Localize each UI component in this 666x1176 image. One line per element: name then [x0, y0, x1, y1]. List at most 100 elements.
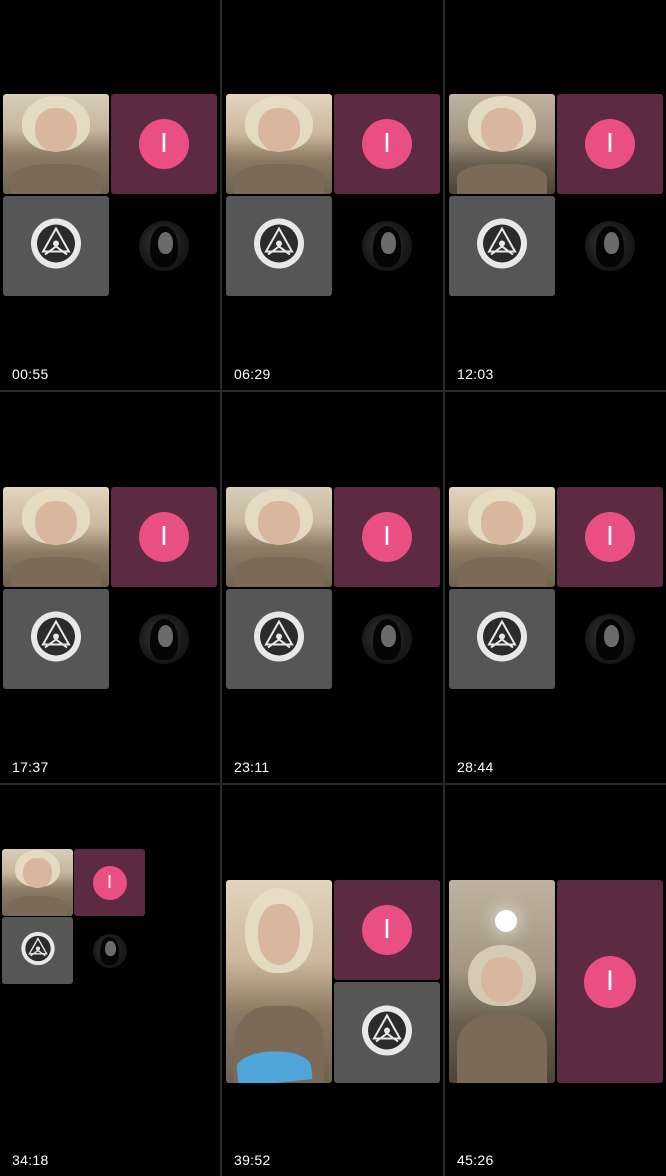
timestamp: 00:55: [12, 366, 49, 382]
avatar: I: [362, 512, 412, 562]
participant-face: [480, 957, 524, 1002]
participant-portrait-tile: [557, 589, 663, 689]
video-thumbnail[interactable]: I 23:11: [222, 392, 443, 783]
video-thumbnail[interactable]: I 34:18: [0, 785, 220, 1176]
participant-portrait-tile: [74, 917, 145, 984]
portrait-avatar-icon: [139, 221, 189, 271]
participant-body: [457, 1013, 547, 1083]
participant-video-tile: [3, 487, 109, 587]
participant-video-tile: [449, 94, 555, 194]
participant-face: [257, 501, 301, 545]
portrait-avatar-icon: [585, 614, 635, 664]
participant-face: [34, 501, 78, 545]
participant-emblem-tile: [2, 917, 73, 984]
avatar-letter: I: [383, 129, 391, 159]
participant-portrait-tile: [557, 196, 663, 296]
participant-emblem-tile: [449, 196, 555, 296]
video-thumbnail[interactable]: I 06:29: [222, 0, 443, 390]
participant-avatar-tile: I: [111, 487, 217, 587]
participant-video-tile: [226, 487, 332, 587]
masonic-emblem-icon: [475, 217, 529, 276]
avatar: I: [139, 512, 189, 562]
portrait-avatar-icon: [92, 933, 127, 968]
video-thumbnail[interactable]: I 12:03: [445, 0, 666, 390]
participant-avatar-tile: I: [334, 94, 440, 194]
avatar-letter: I: [606, 129, 614, 159]
participant-video-tile: [226, 94, 332, 194]
participant-video-tile: [2, 849, 73, 916]
contact-sheet: I 00:55 I 06:29 I 12:03 I 17:37 I 23:11 …: [0, 0, 666, 1176]
participant-face: [257, 904, 301, 966]
participant-emblem-tile: [226, 196, 332, 296]
avatar-letter: I: [606, 966, 614, 997]
portrait-avatar-icon: [139, 614, 189, 664]
timestamp: 45:26: [457, 1152, 494, 1168]
participant-avatar-tile: I: [111, 94, 217, 194]
participant-avatar-tile: I: [557, 880, 663, 1083]
timestamp: 23:11: [234, 759, 270, 775]
portrait-avatar-icon: [362, 221, 412, 271]
participant-face: [480, 501, 524, 545]
participant-portrait-tile: [111, 589, 217, 689]
masonic-emblem-icon: [360, 1003, 414, 1062]
participant-video-tile: [449, 487, 555, 587]
avatar-letter: I: [106, 871, 113, 893]
participant-body: [457, 164, 547, 194]
participant-portrait-tile: [334, 196, 440, 296]
participant-avatar-tile: I: [557, 94, 663, 194]
timestamp: 28:44: [457, 759, 494, 775]
avatar-letter: I: [160, 129, 168, 159]
participant-emblem-tile: [3, 196, 109, 296]
avatar: I: [362, 905, 412, 955]
participant-avatar-tile: I: [334, 880, 440, 980]
timestamp: 34:18: [12, 1152, 49, 1168]
participant-body: [7, 895, 68, 916]
timestamp: 17:37: [12, 759, 49, 775]
video-thumbnail[interactable]: I 28:44: [445, 392, 666, 783]
participant-body: [234, 164, 324, 194]
participant-video-tile: [3, 94, 109, 194]
avatar-letter: I: [383, 522, 391, 552]
masonic-emblem-icon: [252, 610, 306, 669]
participant-avatar-tile: I: [74, 849, 145, 916]
ceiling-lamp: [495, 910, 517, 932]
avatar-letter: I: [606, 522, 614, 552]
participant-face: [480, 108, 524, 152]
participant-face: [257, 108, 301, 152]
participant-emblem-tile: [334, 982, 440, 1083]
avatar: I: [362, 119, 412, 169]
timestamp: 12:03: [457, 366, 494, 382]
participant-body: [11, 164, 101, 194]
video-thumbnail[interactable]: I 00:55: [0, 0, 220, 390]
timestamp: 06:29: [234, 366, 271, 382]
participant-face: [23, 858, 52, 888]
masonic-emblem-icon: [29, 610, 83, 669]
participant-portrait-tile: [111, 196, 217, 296]
avatar: I: [584, 955, 636, 1008]
participant-face: [34, 108, 78, 152]
video-thumbnail[interactable]: I 17:37: [0, 392, 220, 783]
participant-avatar-tile: I: [334, 487, 440, 587]
participant-emblem-tile: [3, 589, 109, 689]
masonic-emblem-icon: [252, 217, 306, 276]
timestamp: 39:52: [234, 1152, 271, 1168]
participant-video-tile: [226, 880, 332, 1083]
masonic-emblem-icon: [29, 217, 83, 276]
avatar: I: [92, 865, 127, 900]
masonic-emblem-icon: [20, 930, 56, 971]
avatar-letter: I: [383, 915, 391, 945]
participant-body: [11, 557, 101, 587]
participant-body: [457, 557, 547, 587]
video-thumbnail[interactable]: I 39:52: [222, 785, 443, 1176]
participant-body: [234, 557, 324, 587]
avatar: I: [139, 119, 189, 169]
participant-emblem-tile: [449, 589, 555, 689]
participant-emblem-tile: [226, 589, 332, 689]
portrait-avatar-icon: [362, 614, 412, 664]
masonic-emblem-icon: [475, 610, 529, 669]
participant-video-tile: [449, 880, 555, 1083]
avatar: I: [585, 119, 635, 169]
participant-avatar-tile: I: [557, 487, 663, 587]
avatar-letter: I: [160, 522, 168, 552]
video-thumbnail[interactable]: I 45:26: [445, 785, 666, 1176]
